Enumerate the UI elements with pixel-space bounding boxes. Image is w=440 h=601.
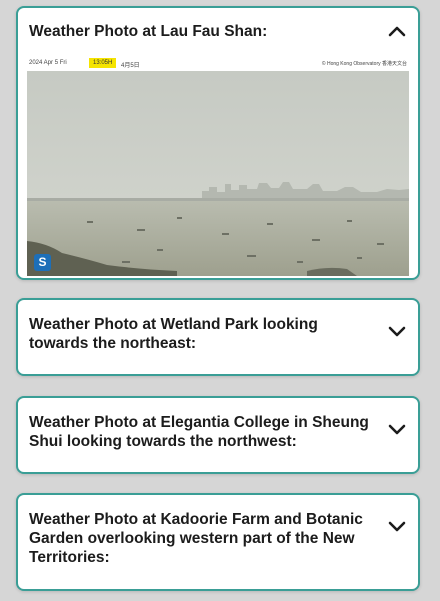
weather-photo-card-lau-fau-shan: Weather Photo at Lau Fau Shan: 2024 Apr … bbox=[16, 6, 420, 280]
chevron-down-icon[interactable] bbox=[386, 320, 408, 342]
weather-photo: 2024 Apr 5 Fri 13:05H 4月5日 © Hong Kong O… bbox=[27, 56, 409, 276]
weather-photo-card-elegantia-college: Weather Photo at Elegantia College in Sh… bbox=[16, 396, 420, 474]
chevron-down-icon[interactable] bbox=[386, 515, 408, 537]
weather-photo-card-kadoorie-farm: Weather Photo at Kadoorie Farm and Botan… bbox=[16, 493, 420, 591]
chevron-up-icon[interactable] bbox=[386, 21, 408, 43]
chevron-down-icon[interactable] bbox=[386, 418, 408, 440]
weather-photo-card-wetland-park: Weather Photo at Wetland Park looking to… bbox=[16, 298, 420, 376]
card-title: Weather Photo at Lau Fau Shan: bbox=[29, 23, 268, 40]
photo-cn-date: 4月5日 bbox=[121, 63, 140, 69]
photo-copyright: © Hong Kong Observatory 香港天文台 bbox=[321, 61, 407, 67]
card-title: Weather Photo at Kadoorie Farm and Botan… bbox=[29, 511, 363, 566]
card-title: Weather Photo at Wetland Park looking to… bbox=[29, 316, 318, 352]
card-header[interactable]: Weather Photo at Elegantia College in Sh… bbox=[18, 398, 418, 451]
card-header[interactable]: Weather Photo at Wetland Park looking to… bbox=[18, 300, 418, 353]
card-title: Weather Photo at Elegantia College in Sh… bbox=[29, 414, 369, 450]
photo-image bbox=[27, 71, 409, 276]
photo-time: 13:05H bbox=[89, 58, 117, 68]
card-header[interactable]: Weather Photo at Lau Fau Shan: bbox=[18, 8, 418, 55]
card-header[interactable]: Weather Photo at Kadoorie Farm and Botan… bbox=[18, 495, 418, 567]
photo-date: 2024 Apr 5 Fri bbox=[29, 60, 67, 66]
observatory-logo-icon: S bbox=[34, 254, 51, 271]
photo-caption-bar: 2024 Apr 5 Fri 13:05H 4月5日 © Hong Kong O… bbox=[27, 56, 409, 71]
